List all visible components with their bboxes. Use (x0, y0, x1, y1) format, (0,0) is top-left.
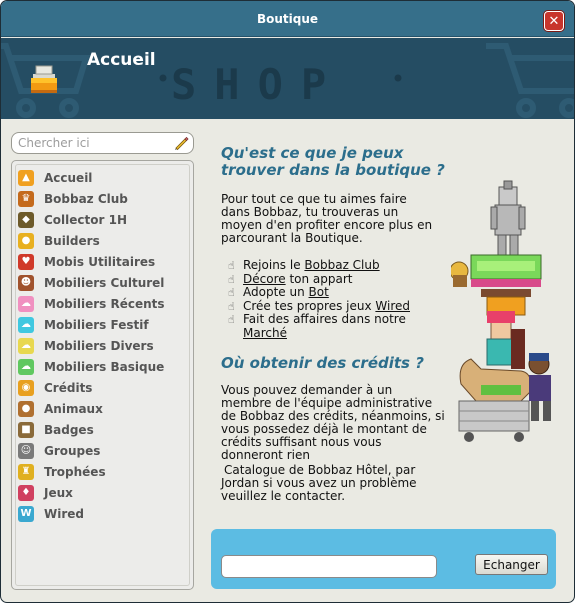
close-button[interactable]: ✕ (544, 11, 564, 31)
dot-right-icon (394, 74, 402, 82)
category-scroll: ▲ Accueil ♛ Bobbaz Club ◆ Collector 1H ● Builde… (15, 164, 190, 586)
sidebar-item-label: Accueil (44, 170, 93, 185)
category-list[interactable]: ▲ Accueil ♛ Bobbaz Club ◆ Collector 1H ● Builde… (11, 160, 194, 590)
main-content: Qu'est ce que je peux trouver dans la bo… (206, 129, 566, 594)
pointing-hand-icon: ☝ (228, 299, 235, 313)
badge-icon: ■ (18, 421, 34, 438)
heading-credits: Où obtenir des crédits ? (221, 354, 424, 372)
shop-header: SHOP Accueil (1, 38, 574, 119)
sidebar-item-6[interactable]: ☻ Mobiliers Culturel (17, 272, 189, 293)
sidebar-item-label: Collector 1H (44, 212, 127, 227)
sidebar-item-9[interactable]: ☁ Mobiliers Divers (17, 335, 189, 356)
feature-item: ☝ Fait des affaires dans notre Marché (221, 312, 411, 340)
dot-left-icon (159, 74, 167, 82)
exchange-button[interactable]: Echanger (475, 554, 548, 575)
cloud-cyan-icon: ☁ (18, 316, 34, 333)
search-input[interactable] (18, 136, 163, 150)
hardhat-icon: ● (18, 232, 34, 249)
pencil-icon[interactable] (173, 135, 189, 151)
sidebar-item-5[interactable]: ♥ Mobis Utilitaires (17, 251, 189, 272)
club-icon: ♛ (18, 190, 34, 207)
feature-link[interactable]: Marché (243, 326, 287, 340)
close-icon: ✕ (548, 13, 560, 29)
sidebar-item-label: Mobiliers Divers (44, 338, 154, 353)
window-title: Boutique (256, 11, 319, 26)
pointing-hand-icon: ☝ (228, 286, 235, 299)
credits-text: Vous pouvez demander à un membre de l'éq… (221, 383, 445, 462)
feature-text: Adopte un (243, 285, 309, 299)
feature-list: ☝ Rejoins le Bobbaz Club ☝ Décore ton appar… (221, 258, 411, 340)
trophy-icon: ♜ (18, 463, 34, 480)
cloud-green-icon: ☁ (18, 358, 34, 375)
feature-text: Crée tes propres jeux (243, 298, 376, 313)
sidebar-item-7[interactable]: ☁ Mobiliers Récents (17, 293, 189, 314)
voucher-input[interactable] (221, 555, 437, 578)
sidebar-item-label: Mobiliers Culturel (44, 275, 165, 290)
feature-item: ☝ Rejoins le Bobbaz Club (221, 258, 411, 273)
voucher-panel: Echanger (211, 529, 556, 589)
sidebar-item-label: Mobiliers Festif (44, 317, 149, 332)
sidebar-item-2[interactable]: ♛ Bobbaz Club (17, 188, 189, 209)
feature-item: ☝ Crée tes propres jeux Wired (221, 298, 411, 314)
feature-item: ☝ Adopte un Bot (221, 285, 411, 300)
feature-link[interactable]: Décore (243, 272, 286, 286)
sidebar-item-11[interactable]: ◉ Crédits (17, 377, 189, 398)
sidebar-item-3[interactable]: ◆ Collector 1H (17, 209, 189, 230)
sidebar-item-12[interactable]: ● Animaux (17, 398, 189, 419)
intro-text: Pour tout ce que tu aimes faire dans Bob… (221, 192, 433, 245)
heart-icon: ♥ (18, 253, 34, 270)
shop-banner-text: SHOP (171, 60, 345, 109)
sidebar-item-17[interactable]: W Wired (17, 503, 189, 524)
heading-what-in-shop: Qu'est ce que je peux trouver dans la bo… (221, 144, 445, 179)
pet-icon: ● (18, 400, 34, 417)
sidebar-item-label: Wired (44, 506, 84, 521)
sidebar-item-label: Jeux (44, 485, 73, 500)
habbo-characters-illustration (451, 180, 551, 442)
title-bar[interactable]: Boutique ✕ (1, 1, 574, 37)
home-cart-icon (31, 65, 57, 93)
page-title: Accueil (87, 50, 156, 70)
sidebar-item-4[interactable]: ● Builders (17, 230, 189, 251)
feature-item: ☝ Décore ton appart (221, 271, 411, 287)
culture-icon: ☻ (18, 274, 34, 291)
cart-watermark-icon-right (486, 43, 574, 118)
sidebar-item-label: Groupes (44, 443, 101, 458)
sidebar-item-label: Builders (44, 233, 100, 248)
sidebar-item-label: Crédits (44, 380, 93, 395)
sidebar-item-label: Mobiliers Récents (44, 296, 165, 311)
sidebar-item-label: Mobis Utilitaires (44, 254, 156, 269)
sidebar-item-label: Animaux (44, 401, 103, 416)
sidebar-item-8[interactable]: ☁ Mobiliers Festif (17, 314, 189, 335)
cloud-pink-icon: ☁ (18, 295, 34, 312)
group-icon: ☺ (18, 442, 34, 459)
feature-text: Fait des affaires dans notre (243, 312, 406, 326)
feature-link[interactable]: Bobbaz Club (304, 258, 379, 272)
wired-icon: W (18, 505, 34, 522)
sidebar-item-label: Trophées (44, 464, 106, 479)
sidebar-item-label: Mobiliers Basique (44, 359, 165, 374)
sidebar-item-16[interactable]: ♦ Jeux (17, 482, 189, 503)
pointing-hand-icon: ☝ (228, 259, 235, 272)
sidebar-item-14[interactable]: ☺ Groupes (17, 440, 189, 461)
shop-window: Boutique ✕ SHOP Accueil Chercher ici ▲ A… (0, 0, 575, 603)
search-box[interactable] (11, 132, 194, 154)
joystick-icon: ♦ (18, 484, 34, 501)
coins-icon: ◉ (18, 379, 34, 396)
feature-text: Rejoins le (243, 258, 305, 272)
leaf-icon: ◆ (18, 211, 34, 228)
sidebar-item-15[interactable]: ♜ Trophées (17, 461, 189, 482)
sidebar-item-10[interactable]: ☁ Mobiliers Basique (17, 356, 189, 377)
sidebar-item-label: Bobbaz Club (44, 191, 128, 206)
feature-link[interactable]: Wired (375, 299, 410, 313)
cart-icon: ▲ (18, 169, 34, 186)
pointing-hand-icon: ☝ (228, 272, 235, 286)
feature-text: ton appart (285, 271, 353, 286)
cloud-yellow-icon: ☁ (18, 337, 34, 354)
footer-text: Catalogue de Bobbaz Hôtel, par Jordan si… (221, 463, 417, 503)
sidebar-item-1[interactable]: ▲ Accueil (17, 167, 189, 188)
sidebar-item-13[interactable]: ■ Badges (17, 419, 189, 440)
feature-link[interactable]: Bot (309, 285, 329, 299)
sidebar-item-label: Badges (44, 422, 94, 437)
pointing-hand-icon: ☝ (228, 313, 235, 326)
